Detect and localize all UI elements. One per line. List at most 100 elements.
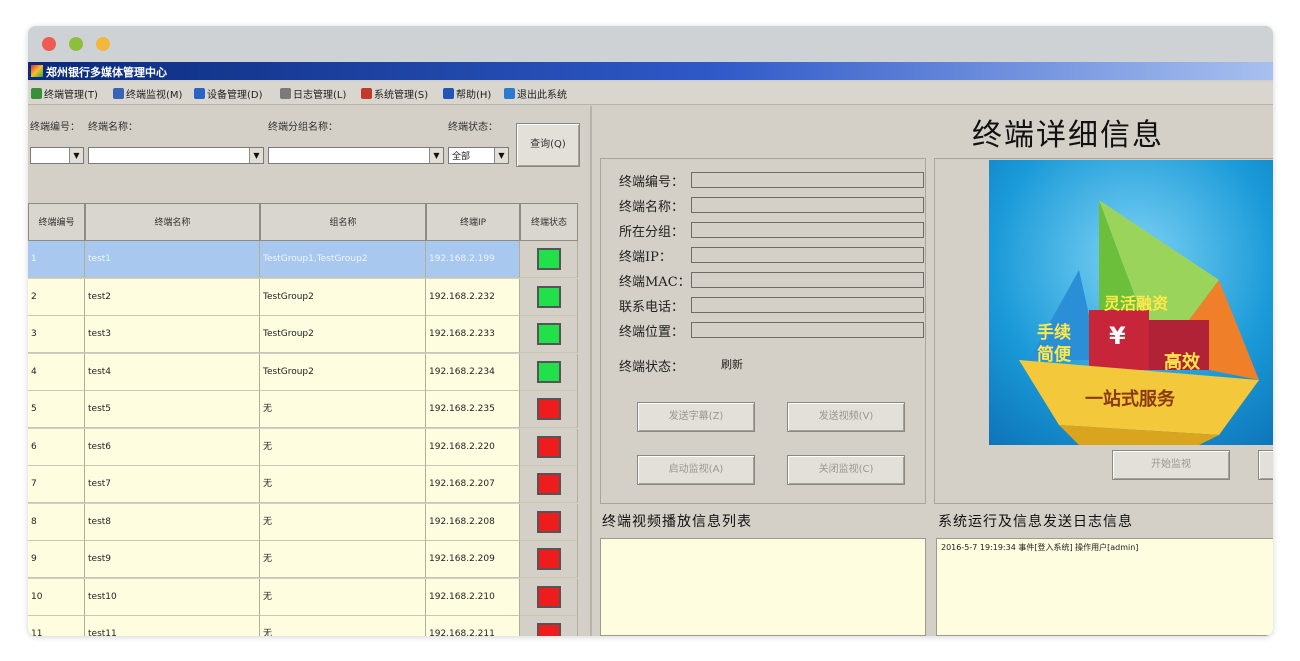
- status-indicator-icon: [537, 360, 561, 383]
- stop-monitor-button[interactable]: 关闭监视(C): [787, 455, 905, 485]
- table-row[interactable]: 8 test8 无 192.168.2.208: [28, 503, 578, 541]
- terminal-detail-pane: 终端详细信息 终端编号： 终端名称： 所在分组： 终端IP： 终端MAC： 联系电话： 终端…: [590, 106, 1273, 636]
- refresh-link[interactable]: 刷新: [721, 356, 743, 372]
- promo-graphic: 灵活融资 手续 简便 ¥ 高效 一站式服务: [989, 160, 1273, 445]
- table-cell-status: [520, 278, 578, 316]
- menu-item-6[interactable]: 帮助(H): [443, 86, 491, 101]
- chevron-down-icon: ▼: [249, 148, 263, 163]
- table-row[interactable]: 11 test11 无 192.168.2.211: [28, 616, 578, 636]
- column-header[interactable]: 组名称: [260, 203, 426, 241]
- minimize-dot-icon[interactable]: [69, 37, 83, 51]
- detail-field-input[interactable]: [691, 297, 924, 313]
- table-cell-id: 7: [28, 466, 85, 503]
- table-cell-id: 5: [28, 391, 85, 428]
- terminal-name-select[interactable]: ▼: [88, 147, 264, 164]
- table-cell-id: 4: [28, 353, 85, 391]
- send-subtitle-button[interactable]: 发送字幕(Z): [637, 402, 755, 432]
- terminal-list-pane: 终端编号： 终端名称： 终端分组名称： 终端状态： ▼ ▼ ▼ 全部 ▼ 查询(…: [28, 106, 590, 636]
- browser-chrome: [28, 26, 1273, 62]
- help-icon: [443, 88, 454, 99]
- detail-field-input[interactable]: [691, 247, 924, 263]
- status-indicator-icon: [537, 510, 561, 533]
- people-icon: [31, 88, 42, 99]
- video-list-box[interactable]: [600, 538, 926, 636]
- column-header[interactable]: 终端状态: [520, 203, 578, 241]
- close-dot-icon[interactable]: [42, 37, 56, 51]
- table-cell-group: 无: [260, 391, 426, 428]
- query-button[interactable]: 查询(Q): [516, 123, 580, 167]
- table-cell-ip: 192.168.2.233: [426, 316, 520, 353]
- status-indicator-icon: [537, 548, 561, 570]
- column-header[interactable]: 终端IP: [426, 203, 520, 241]
- menu-item-1[interactable]: 终端管理(T): [31, 86, 98, 101]
- menu-item-7[interactable]: 退出此系统: [504, 86, 567, 101]
- detail-title: 终端详细信息: [972, 118, 1164, 153]
- table-row[interactable]: 3 test3 TestGroup2 192.168.2.233: [28, 316, 578, 353]
- table-cell-id: 11: [28, 616, 85, 636]
- table-cell-ip: 192.168.2.235: [426, 391, 520, 428]
- graphic-text: ¥: [1109, 322, 1126, 350]
- document-icon: [280, 88, 291, 99]
- menu-item-2[interactable]: 终端监视(M): [113, 86, 182, 101]
- table-row[interactable]: 2 test2 TestGroup2 192.168.2.232: [28, 278, 578, 316]
- menu-item-label: 终端管理(T): [44, 90, 98, 101]
- table-cell-name: test11: [85, 616, 260, 636]
- table-row[interactable]: 9 test9 无 192.168.2.209: [28, 541, 578, 578]
- table-cell-ip: 192.168.2.207: [426, 466, 520, 503]
- app-titlebar: 郑州银行多媒体管理中心: [28, 62, 1273, 80]
- status-indicator-icon: [537, 323, 561, 345]
- table-cell-group: 无: [260, 503, 426, 541]
- detail-field-input[interactable]: [691, 322, 924, 338]
- table-cell-status: [520, 541, 578, 578]
- detail-field-label: 终端位置：: [619, 325, 685, 340]
- table-cell-id: 10: [28, 578, 85, 616]
- column-header[interactable]: 终端名称: [85, 203, 260, 241]
- table-cell-name: test1: [85, 241, 260, 278]
- table-cell-group: TestGroup2: [260, 353, 426, 391]
- table-cell-id: 3: [28, 316, 85, 353]
- start-monitor-button[interactable]: 启动监视(A): [637, 455, 755, 485]
- menu-item-4[interactable]: 日志管理(L): [280, 86, 346, 101]
- detail-field-input[interactable]: [691, 197, 924, 213]
- table-row[interactable]: 4 test4 TestGroup2 192.168.2.234: [28, 353, 578, 391]
- maximize-dot-icon[interactable]: [96, 37, 110, 51]
- menu-item-5[interactable]: 系统管理(S): [361, 86, 428, 101]
- status-indicator-icon: [537, 398, 561, 420]
- table-row[interactable]: 6 test6 无 192.168.2.220: [28, 428, 578, 466]
- detail-field-input[interactable]: [691, 172, 924, 188]
- table-cell-group: 无: [260, 466, 426, 503]
- window-frame: 郑州银行多媒体管理中心 终端管理(T) 终端监视(M) 设备管理(D) 日志管理(L)…: [28, 26, 1273, 636]
- menu-item-3[interactable]: 设备管理(D): [194, 86, 263, 101]
- table-cell-ip: 192.168.2.211: [426, 616, 520, 636]
- table-row[interactable]: 10 test10 无 192.168.2.210: [28, 578, 578, 616]
- table-cell-name: test5: [85, 391, 260, 428]
- table-row[interactable]: 1 test1 TestGroup1,TestGroup2 192.168.2.199: [28, 241, 578, 278]
- table-cell-group: 无: [260, 578, 426, 616]
- tools-icon: [361, 88, 372, 99]
- table-row[interactable]: 5 test5 无 192.168.2.235: [28, 391, 578, 428]
- table-row[interactable]: 7 test7 无 192.168.2.207: [28, 466, 578, 503]
- table-cell-status: [520, 578, 578, 616]
- column-header[interactable]: 终端编号: [28, 203, 85, 241]
- group-name-select[interactable]: ▼: [268, 147, 444, 164]
- status-indicator-icon: [537, 285, 561, 308]
- detail-field-input[interactable]: [691, 272, 924, 288]
- table-header: 终端编号 终端名称 组名称 终端IP 终端状态: [28, 203, 578, 241]
- send-video-button[interactable]: 发送视频(V): [787, 402, 905, 432]
- extra-button[interactable]: [1258, 450, 1273, 480]
- terminal-status-select[interactable]: 全部 ▼: [448, 147, 509, 164]
- menu-item-label: 系统管理(S): [374, 90, 429, 101]
- status-select-value: 全部: [452, 152, 471, 162]
- terminal-id-select[interactable]: ▼: [30, 147, 84, 164]
- detail-field-label: 终端IP：: [619, 250, 672, 265]
- detail-status-label: 终端状态：: [619, 360, 685, 375]
- graphic-text: 灵活融资: [1104, 294, 1169, 313]
- table-cell-name: test9: [85, 541, 260, 578]
- open-monitor-button[interactable]: 开始监视: [1112, 450, 1230, 480]
- table-cell-status: [520, 616, 578, 636]
- log-box[interactable]: 2016-5-7 19:19:34 事件[登入系统] 操作用户[admin]: [936, 538, 1273, 636]
- shield-icon: [194, 88, 205, 99]
- detail-field-input[interactable]: [691, 222, 924, 238]
- table-cell-ip: 192.168.2.232: [426, 278, 520, 316]
- app-logo-icon: [31, 65, 43, 77]
